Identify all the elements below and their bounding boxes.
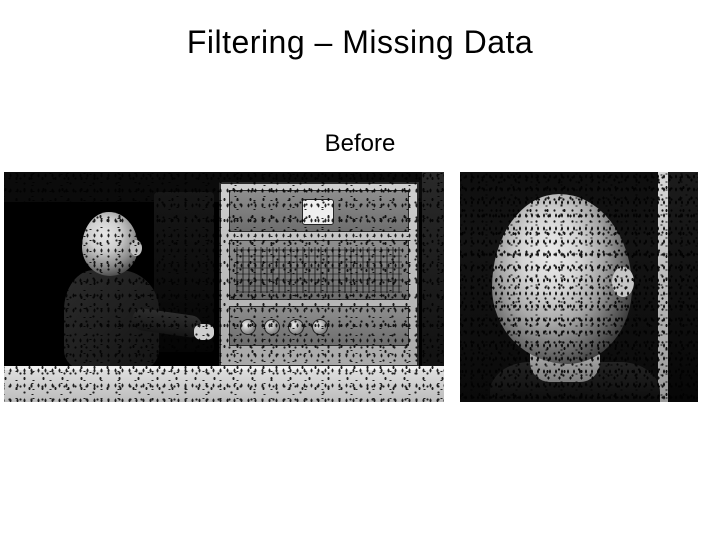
- slide-subtitle: Before: [0, 130, 720, 158]
- before-image-crop: [460, 172, 698, 402]
- figure-row: [0, 172, 720, 402]
- slide-title: Filtering – Missing Data: [0, 24, 720, 61]
- slide: Filtering – Missing Data Before: [0, 0, 720, 540]
- before-image-full: [4, 172, 444, 402]
